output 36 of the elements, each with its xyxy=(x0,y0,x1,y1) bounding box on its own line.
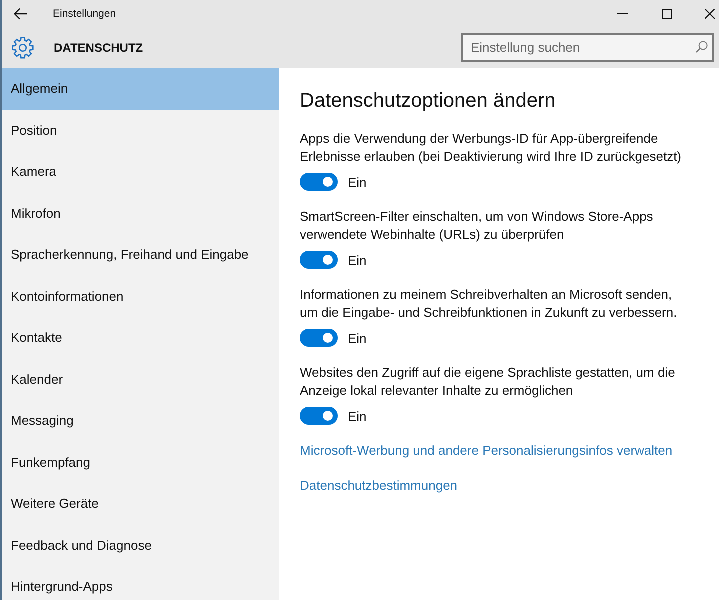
nav-item[interactable]: Funkempfang xyxy=(2,442,279,483)
maximize-icon[interactable] xyxy=(662,8,672,18)
nav-item[interactable]: Kalender xyxy=(2,358,279,400)
toggle-state-label: Ein xyxy=(348,408,367,424)
toggle-switch[interactable] xyxy=(300,407,338,425)
nav-item[interactable]: Kontakte xyxy=(2,317,279,358)
page-heading: Datenschutzoptionen ändern xyxy=(300,89,556,113)
section-title: DATENSCHUTZ xyxy=(54,40,144,54)
link[interactable]: Datenschutzbestimmungen xyxy=(300,477,458,495)
toggle-switch[interactable] xyxy=(300,251,338,269)
setting-description: SmartScreen-Filter einschalten, um von Windows Store-Apps verwendete Webinhalte (URLs) zu überprüfen xyxy=(300,208,654,244)
nav-item[interactable]: Kamera xyxy=(2,151,279,192)
setting-description: Apps die Verwendung der Werbungs-ID für App-übergreifende Erlebnisse erlauben (bei Deaktivierung wird Ihre ID zurückgesetzt) xyxy=(300,130,683,166)
nav-item[interactable]: Messaging xyxy=(2,400,279,442)
nav-item[interactable]: Hintergrund-Apps xyxy=(2,566,279,600)
toggle-switch[interactable] xyxy=(300,173,338,191)
nav-item[interactable]: Weitere Geräte xyxy=(2,483,279,524)
toggle-state-label: Ein xyxy=(348,252,367,268)
link[interactable]: Microsoft-Werbung und andere Personalisierungsinfos verwalten xyxy=(300,442,673,460)
nav-item[interactable]: Mikrofon xyxy=(2,192,279,234)
gear-icon xyxy=(12,36,34,58)
nav-item[interactable]: Feedback und Diagnose xyxy=(2,524,279,566)
toggle-state-label: Ein xyxy=(348,174,367,190)
nav-item[interactable]: Allgemein xyxy=(2,68,279,110)
close-icon[interactable] xyxy=(705,8,715,18)
setting-description: Websites den Zugriff auf die eigene Sprachliste gestatten, um die Anzeige lokal relevanter Inhalte zu ermöglichen xyxy=(300,364,676,400)
search-field[interactable]: Einstellung suchen xyxy=(461,33,714,62)
toggle-switch[interactable] xyxy=(300,329,338,347)
toggle-state-label: Ein xyxy=(348,330,367,346)
window-title: Einstellungen xyxy=(53,8,116,20)
back-arrow-icon[interactable] xyxy=(14,8,28,20)
search-icon[interactable] xyxy=(696,41,708,53)
nav-item[interactable]: Kontoinformationen xyxy=(2,276,279,317)
setting-description: Informationen zu meinem Schreibverhalten an Microsoft senden, um die Eingabe- und Schreibfunktionen in Zukunft zu verbessern. xyxy=(300,286,678,322)
nav-item[interactable]: Spracherkennung, Freihand und Eingabe xyxy=(2,234,279,276)
nav-item[interactable]: Position xyxy=(2,110,279,151)
